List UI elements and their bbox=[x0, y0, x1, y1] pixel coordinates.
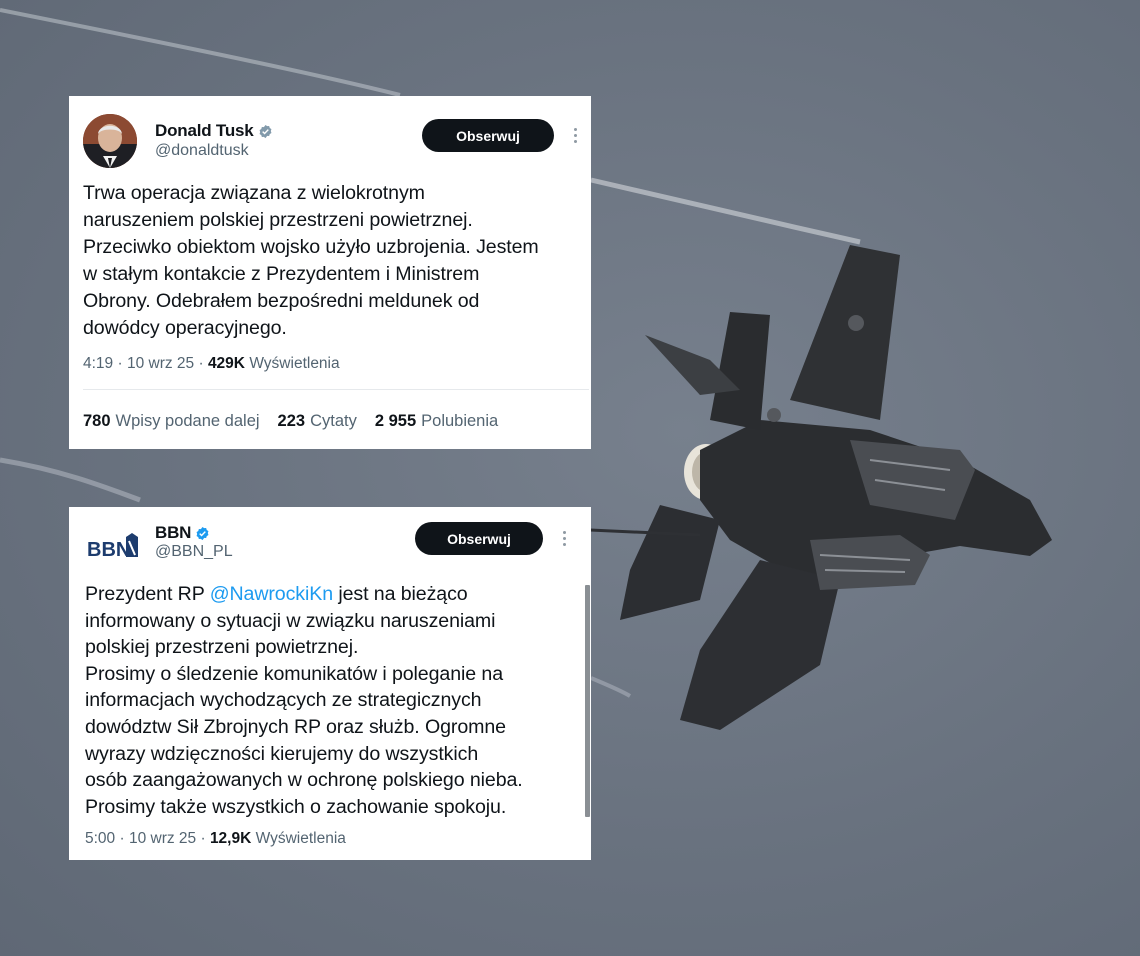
tweet-stats: 780 Wpisy podane dalej 223 Cytaty 2 955 Pol… bbox=[83, 412, 498, 431]
more-icon[interactable] bbox=[555, 527, 573, 549]
follow-button[interactable]: Obserwuj bbox=[415, 522, 543, 555]
author-handle[interactable]: @BBN_PL bbox=[155, 543, 233, 561]
tweet-date[interactable]: 10 wrz 25 bbox=[129, 830, 196, 847]
tweet-meta: 5:00 · 10 wrz 25 · 12,9K Wyświetlenia bbox=[85, 830, 346, 847]
tweet-time[interactable]: 5:00 bbox=[85, 830, 115, 847]
svg-text:BBN: BBN bbox=[87, 539, 130, 561]
quotes-stat[interactable]: 223 Cytaty bbox=[278, 412, 357, 431]
avatar[interactable] bbox=[83, 114, 137, 168]
divider bbox=[83, 389, 589, 390]
author-name[interactable]: Donald Tusk bbox=[155, 121, 254, 141]
tweet-card-tusk: Donald Tusk @donaldtusk Obserwuj Trwa op… bbox=[69, 96, 591, 449]
more-icon[interactable] bbox=[566, 124, 584, 146]
bbn-logo[interactable]: BBN bbox=[86, 529, 140, 563]
author-handle[interactable]: @donaldtusk bbox=[155, 142, 249, 160]
tweet-text: Trwa operacja związana z wielokrotnym na… bbox=[83, 182, 539, 339]
tweet-header: BBN BBN @BBN_PL Obserwuj bbox=[69, 507, 591, 587]
verified-badge-icon bbox=[259, 124, 271, 138]
views-label: Wyświetlenia bbox=[249, 355, 340, 372]
scrollbar[interactable] bbox=[585, 585, 590, 817]
tweet-time[interactable]: 4:19 bbox=[83, 355, 113, 372]
reposts-stat[interactable]: 780 Wpisy podane dalej bbox=[83, 412, 260, 431]
views-label: Wyświetlenia bbox=[255, 830, 346, 847]
verified-badge-icon bbox=[196, 526, 209, 540]
tweet-card-bbn: BBN BBN @BBN_PL Obserwuj Prezydent RP @N… bbox=[69, 507, 591, 860]
tweet-meta: 4:19 · 10 wrz 25 · 429K Wyświetlenia bbox=[83, 355, 340, 372]
follow-button[interactable]: Obserwuj bbox=[422, 119, 554, 152]
tweet-date[interactable]: 10 wrz 25 bbox=[127, 355, 194, 372]
views-count: 429K bbox=[207, 355, 245, 372]
views-count: 12,9K bbox=[209, 830, 252, 847]
tweet-header: Donald Tusk @donaldtusk Obserwuj bbox=[69, 96, 591, 176]
author-name[interactable]: BBN bbox=[155, 523, 191, 543]
mention-link[interactable]: @NawrockiKn bbox=[210, 583, 333, 605]
tweet-text: Prezydent RP @NawrockiKn jest na bieżąco… bbox=[85, 583, 523, 818]
likes-stat[interactable]: 2 955 Polubienia bbox=[375, 412, 498, 431]
